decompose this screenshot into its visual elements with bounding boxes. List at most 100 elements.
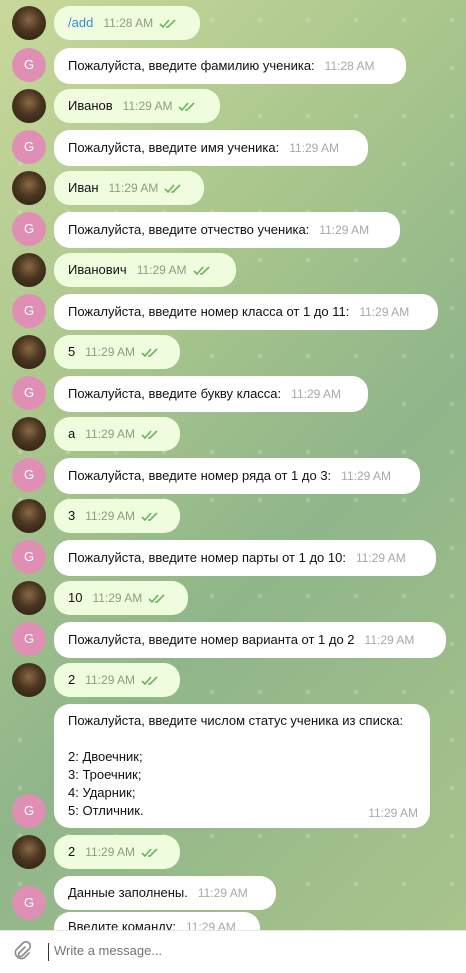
empty-line [68, 730, 416, 748]
message-time: 11:29 AM [122, 99, 173, 113]
message-time: 11:29 AM [319, 223, 370, 237]
message-time: 11:29 AM [197, 886, 248, 900]
bot-avatar[interactable]: G [12, 458, 46, 492]
bot-avatar[interactable]: G [12, 376, 46, 410]
message-bubble[interactable]: 5 11:29 AM [54, 335, 180, 369]
message-bubble[interactable]: Пожалуйста, введите номер парты от 1 до … [54, 540, 436, 576]
message-text: а [68, 426, 76, 441]
message-text: Пожалуйста, введите номер класса от 1 до… [68, 304, 350, 319]
message-bubble[interactable]: Иванов 11:29 AM [54, 89, 220, 123]
user-avatar[interactable] [12, 335, 46, 369]
read-check-icon [164, 181, 182, 199]
user-avatar[interactable] [12, 835, 46, 869]
bot-avatar[interactable]: G [12, 540, 46, 574]
user-avatar[interactable] [12, 89, 46, 123]
message-text: Пожалуйста, введите фамилию ученика: [68, 58, 315, 73]
message-text: 3 [68, 508, 76, 523]
read-check-icon [141, 345, 159, 363]
message-time: 11:29 AM [368, 806, 418, 820]
message-bubble[interactable]: а 11:29 AM [54, 417, 180, 451]
user-avatar[interactable] [12, 171, 46, 205]
message-text: 2 [68, 672, 76, 687]
user-avatar[interactable] [12, 6, 46, 40]
message-bubble[interactable]: Иванович 11:29 AM [54, 253, 236, 287]
message-bubble[interactable]: Иван 11:29 AM [54, 171, 204, 205]
bot-avatar[interactable]: G [12, 794, 46, 828]
message-text: 5 [68, 344, 76, 359]
message-bubble[interactable]: 10 11:29 AM [54, 581, 188, 615]
message-bubble[interactable]: Пожалуйста, введите номер варианта от 1 … [54, 622, 446, 658]
bot-avatar[interactable]: G [12, 294, 46, 328]
message-bubble[interactable]: Пожалуйста, введите букву класса: 11:29 A… [54, 376, 368, 412]
read-check-icon [141, 845, 159, 863]
message-time: 11:29 AM [359, 305, 410, 319]
read-check-icon [141, 509, 159, 527]
bot-avatar[interactable]: G [12, 130, 46, 164]
message-text: 4: Ударник; [68, 785, 136, 800]
user-avatar[interactable] [12, 253, 46, 287]
message-text: Пожалуйста, введите имя ученика: [68, 140, 280, 155]
bot-avatar[interactable]: G [12, 886, 46, 920]
message-time: 11:29 AM [341, 469, 391, 483]
message-time: 11:29 AM [85, 427, 136, 441]
read-check-icon [159, 16, 177, 34]
read-check-icon [141, 427, 159, 445]
message-text: 2: Двоечник; [68, 749, 143, 764]
message-text: 10 [68, 590, 83, 605]
read-check-icon [148, 591, 166, 609]
bot-avatar[interactable]: G [12, 48, 46, 82]
message-bubble[interactable]: Пожалуйста, введите фамилию ученика: 11:2… [54, 48, 406, 84]
read-check-icon [141, 673, 159, 691]
bot-avatar[interactable]: G [12, 622, 46, 656]
bot-avatar[interactable]: G [12, 212, 46, 246]
message-time: 11:28 AM [324, 59, 375, 73]
message-time: 11:29 AM [85, 345, 136, 359]
user-avatar[interactable] [12, 499, 46, 533]
chat-area: /add 11:28 AM G Пожалуйста, введите фамил… [0, 0, 466, 930]
message-time: 11:28 AM [103, 16, 154, 30]
message-text: Иванов [68, 98, 113, 113]
paperclip-icon[interactable] [12, 940, 32, 961]
message-text: Иван [68, 180, 99, 195]
message-bubble[interactable]: Данные заполнены. 11:29 AM [54, 876, 276, 910]
message-time: 11:29 AM [185, 920, 236, 930]
message-text: Пожалуйста, введите отчество ученика: [68, 222, 310, 237]
message-time: 11:29 AM [136, 263, 187, 277]
message-text: Данные заполнены. [68, 885, 188, 900]
message-time: 11:29 AM [85, 845, 136, 859]
message-bubble[interactable]: /add 11:28 AM [54, 6, 200, 40]
message-bubble[interactable]: 3 11:29 AM [54, 499, 180, 533]
message-bubble[interactable]: Пожалуйста, введите отчество ученика: 11:… [54, 212, 400, 248]
message-bubble[interactable]: Введите команду: 11:29 AM [54, 912, 260, 930]
message-text: Введите команду: [68, 919, 176, 930]
message-text: 5: Отличник. [68, 803, 144, 818]
user-avatar[interactable] [12, 581, 46, 615]
message-time: 11:29 AM [364, 633, 415, 647]
user-avatar[interactable] [12, 417, 46, 451]
user-avatar[interactable] [12, 663, 46, 697]
message-bubble[interactable]: 2 11:29 AM [54, 663, 180, 697]
message-text: Пожалуйста, введите номер варианта от 1 … [68, 632, 355, 647]
message-text: Пожалуйста, введите букву класса: [68, 386, 282, 401]
message-time: 11:29 AM [289, 141, 339, 155]
message-time: 11:29 AM [85, 673, 136, 687]
command-link[interactable]: /add [68, 14, 93, 32]
message-time: 11:29 AM [108, 181, 159, 195]
message-time: 11:29 AM [355, 551, 406, 565]
message-bubble[interactable]: Пожалуйста, введите числом статус ученик… [54, 704, 430, 828]
text-cursor [48, 943, 49, 961]
message-bubble[interactable]: Пожалуйста, введите номер класса от 1 до… [54, 294, 438, 330]
message-input[interactable] [52, 942, 436, 959]
message-bubble[interactable]: Пожалуйста, введите номер ряда от 1 до 3… [54, 458, 420, 494]
message-text: 3: Троечник; [68, 767, 142, 782]
read-check-icon [178, 99, 196, 117]
read-check-icon [192, 263, 211, 281]
message-text: Иванович [68, 262, 127, 277]
message-text: Пожалуйста, введите номер ряда от 1 до 3… [68, 468, 332, 483]
message-time: 11:29 AM [291, 387, 341, 401]
message-bubble[interactable]: 2 11:29 AM [54, 835, 180, 869]
message-text: Пожалуйста, введите числом статус ученик… [68, 713, 404, 728]
message-bubble[interactable]: Пожалуйста, введите имя ученика: 11:29 AM [54, 130, 368, 166]
message-text: Пожалуйста, введите номер парты от 1 до … [68, 550, 346, 565]
message-time: 11:29 AM [92, 591, 143, 605]
